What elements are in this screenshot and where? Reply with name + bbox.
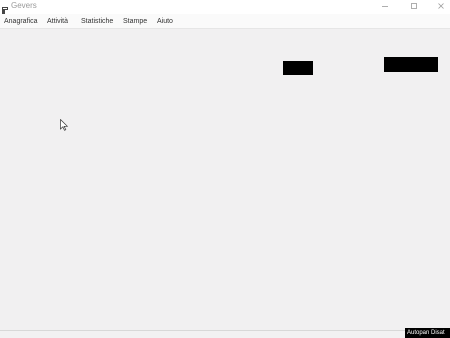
maximize-icon [410, 2, 418, 10]
window-title: Gevers [11, 1, 37, 10]
status-divider [0, 330, 450, 331]
app-window: Gevers Anagrafica Attività Statistiche S… [0, 0, 450, 338]
maximize-button[interactable] [401, 0, 427, 12]
menu-stampe[interactable]: Stampe [123, 17, 147, 26]
redacted-block [283, 61, 313, 75]
minimize-icon [381, 2, 389, 10]
menu-attivita[interactable]: Attività [47, 17, 68, 26]
minimize-button[interactable] [372, 0, 398, 12]
mouse-pointer-icon [60, 118, 69, 131]
autopan-status: Autopan Disat [405, 328, 450, 338]
menu-statistiche[interactable]: Statistiche [81, 17, 113, 26]
app-icon [2, 2, 8, 15]
close-button[interactable] [428, 0, 450, 12]
menu-aiuto[interactable]: Aiuto [157, 17, 173, 26]
redacted-block [384, 57, 438, 72]
title-bar[interactable]: Gevers [0, 0, 450, 15]
menu-bar: Anagrafica Attività Statistiche Stampe A… [0, 14, 450, 29]
close-icon [437, 2, 445, 10]
menu-anagrafica[interactable]: Anagrafica [4, 17, 37, 26]
main-workspace[interactable] [0, 29, 450, 330]
